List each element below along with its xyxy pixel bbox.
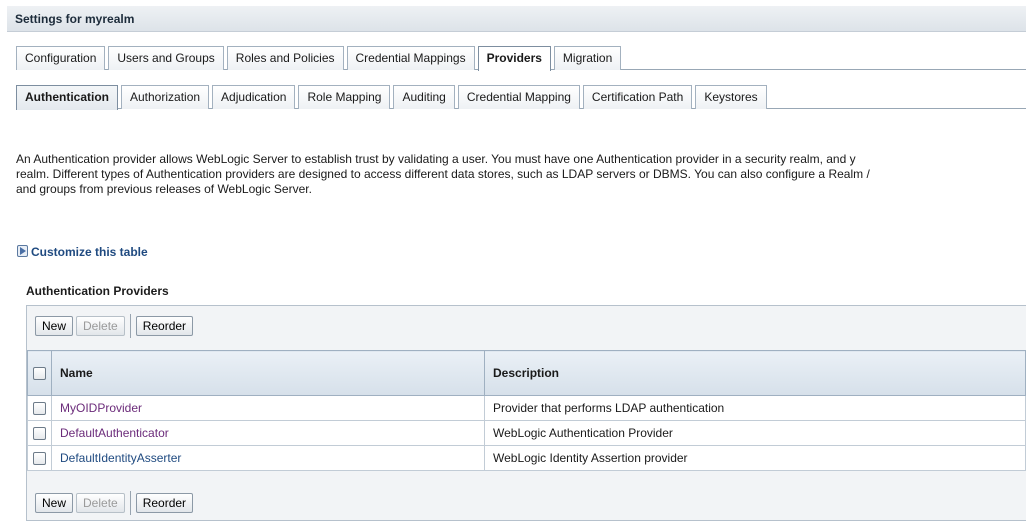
table-row: DefaultIdentityAsserter WebLogic Identit… xyxy=(27,445,1026,471)
page-title: Settings for myrealm xyxy=(7,6,1026,32)
table-row: DefaultAuthenticator WebLogic Authentica… xyxy=(27,420,1026,446)
description-line: and groups from previous releases of Web… xyxy=(16,182,312,196)
main-tabs: Configuration Users and Groups Roles and P… xyxy=(16,46,624,71)
provider-link[interactable]: MyOIDProvider xyxy=(60,401,142,415)
table-row: MyOIDProvider Provider that performs LDA… xyxy=(27,395,1026,421)
tab-migration[interactable]: Migration xyxy=(553,46,622,70)
row-checkbox[interactable] xyxy=(33,427,46,441)
name-cell: DefaultAuthenticator xyxy=(51,420,485,446)
select-all-checkbox[interactable] xyxy=(33,367,46,381)
subtab-adjudication[interactable]: Adjudication xyxy=(212,85,296,109)
row-checkbox[interactable] xyxy=(33,452,46,466)
description-cell: Provider that performs LDAP authenticati… xyxy=(484,395,1026,421)
row-select-cell xyxy=(27,395,52,421)
select-all-cell xyxy=(27,350,52,396)
delete-button[interactable]: Delete xyxy=(76,493,125,513)
delete-button[interactable]: Delete xyxy=(76,316,125,336)
tab-roles-and-policies[interactable]: Roles and Policies xyxy=(226,46,344,70)
table-header-row: Name Description xyxy=(27,350,1026,396)
column-header-name[interactable]: Name xyxy=(51,350,485,396)
column-header-description[interactable]: Description xyxy=(484,350,1026,396)
new-button[interactable]: New xyxy=(35,316,74,336)
subtab-role-mapping[interactable]: Role Mapping xyxy=(298,85,391,109)
providers-table-panel: New Delete Reorder Name Description MyOIDP… xyxy=(26,305,1026,521)
tab-providers[interactable]: Providers xyxy=(477,46,551,71)
name-cell: MyOIDProvider xyxy=(51,395,485,421)
toolbar-separator xyxy=(129,491,131,515)
customize-table-link[interactable]: Customize this table xyxy=(17,245,148,259)
description-cell: WebLogic Identity Assertion provider xyxy=(484,445,1026,471)
description-line: realm. Different types of Authentication… xyxy=(16,167,870,181)
tab-credential-mappings[interactable]: Credential Mappings xyxy=(346,46,475,70)
row-select-cell xyxy=(27,445,52,471)
row-select-cell xyxy=(27,420,52,446)
reorder-button[interactable]: Reorder xyxy=(135,316,194,336)
toolbar-separator xyxy=(129,314,131,338)
expand-triangle-icon xyxy=(17,245,28,257)
provider-link[interactable]: DefaultAuthenticator xyxy=(60,426,169,440)
subtab-authorization[interactable]: Authorization xyxy=(121,85,210,109)
tab-users-and-groups[interactable]: Users and Groups xyxy=(108,46,224,70)
subtab-auditing[interactable]: Auditing xyxy=(393,85,455,109)
new-button[interactable]: New xyxy=(35,493,74,513)
name-cell: DefaultIdentityAsserter xyxy=(51,445,485,471)
section-title: Authentication Providers xyxy=(26,284,169,298)
sub-tabs: Authentication Authorization Adjudication R… xyxy=(16,85,770,110)
subtab-credential-mapping[interactable]: Credential Mapping xyxy=(457,85,580,109)
customize-table-label: Customize this table xyxy=(31,245,148,259)
description-cell: WebLogic Authentication Provider xyxy=(484,420,1026,446)
page-description: An Authentication provider allows WebLog… xyxy=(16,152,1026,197)
reorder-button[interactable]: Reorder xyxy=(135,493,194,513)
table-toolbar-top: New Delete Reorder xyxy=(35,314,194,338)
subtab-keystores[interactable]: Keystores xyxy=(695,85,767,109)
row-checkbox[interactable] xyxy=(33,402,46,416)
description-line: An Authentication provider allows WebLog… xyxy=(16,152,856,166)
subtab-certification-path[interactable]: Certification Path xyxy=(582,85,693,109)
provider-link[interactable]: DefaultIdentityAsserter xyxy=(60,451,181,465)
providers-table: Name Description MyOIDProvider Provider … xyxy=(27,350,1026,471)
table-toolbar-bottom: New Delete Reorder xyxy=(35,491,194,515)
tab-configuration[interactable]: Configuration xyxy=(16,46,106,70)
subtab-authentication[interactable]: Authentication xyxy=(16,85,118,110)
